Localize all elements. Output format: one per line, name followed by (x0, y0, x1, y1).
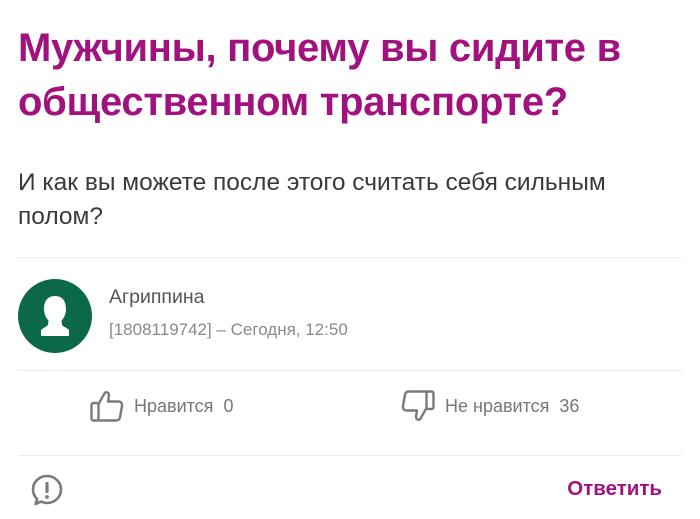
divider (18, 257, 682, 258)
dislike-count: 36 (559, 395, 580, 416)
like-button[interactable]: Нравится 0 (89, 389, 233, 423)
avatar[interactable] (18, 279, 92, 353)
author-name[interactable]: Агриппина (109, 285, 348, 310)
author-meta: Агриппина [1808119742] – Сегодня, 12:50 (109, 285, 348, 341)
dislike-button[interactable]: Не нравится 36 (400, 389, 579, 423)
reply-button[interactable]: Ответить (567, 477, 662, 501)
divider (18, 370, 682, 371)
person-silhouette-icon (41, 296, 69, 336)
question-body: И как вы можете после этого считать себя… (18, 169, 606, 231)
divider (18, 455, 682, 456)
like-label: Нравится (134, 395, 214, 416)
dislike-label: Не нравится (445, 395, 550, 416)
author-block: Агриппина [1808119742] – Сегодня, 12:50 (18, 278, 348, 354)
like-count: 0 (223, 395, 234, 416)
author-id-timestamp: [1808119742] – Сегодня, 12:50 (109, 320, 348, 340)
report-button[interactable] (30, 473, 64, 507)
exclamation-circle-icon (31, 474, 63, 506)
question-title: Мужчины, почему вы сидите в общественном… (18, 26, 621, 124)
thumbs-up-icon (90, 391, 124, 422)
thumbs-down-icon (401, 390, 435, 421)
